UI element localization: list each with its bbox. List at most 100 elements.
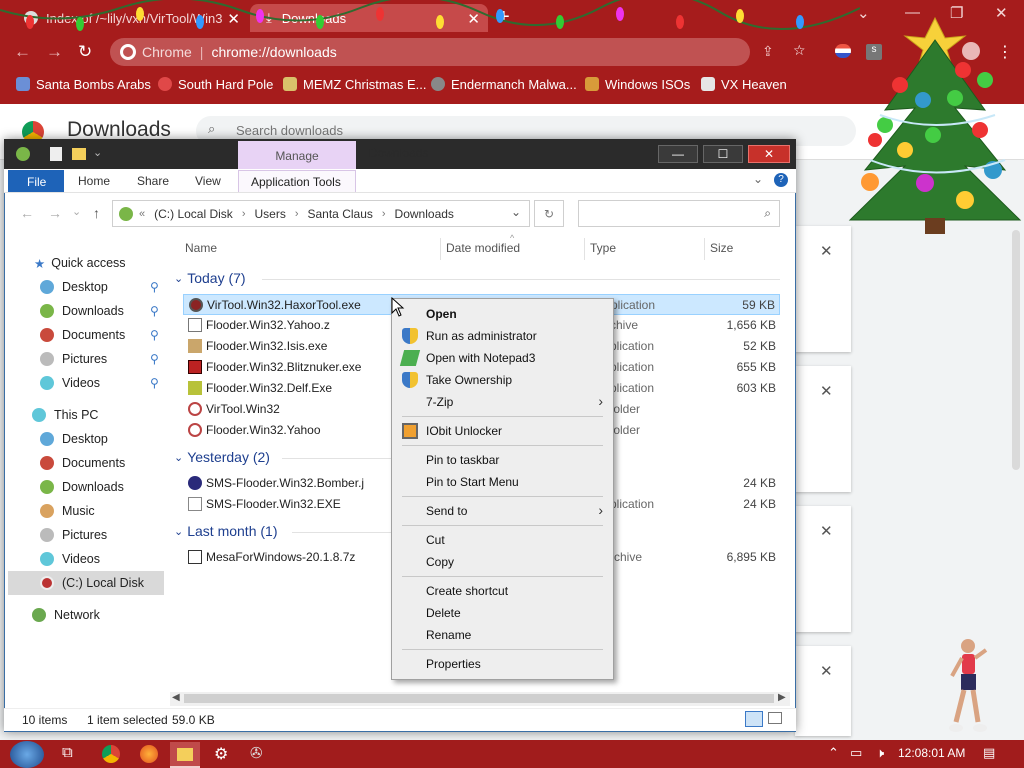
- scrollbar-thumb[interactable]: [184, 694, 774, 703]
- menu-item-pin-taskbar[interactable]: Pin to taskbar: [392, 449, 613, 471]
- ribbon-expand-icon[interactable]: ⌄: [753, 172, 763, 186]
- back-icon[interactable]: ←: [20, 205, 34, 221]
- pin-icon[interactable]: ⚲: [150, 352, 159, 366]
- page-scrollbar[interactable]: [1012, 230, 1020, 470]
- chevron-right-icon[interactable]: ›: [382, 208, 386, 220]
- breadcrumb-users[interactable]: Users: [254, 207, 285, 221]
- new-folder-icon[interactable]: [72, 148, 86, 160]
- tree-pc-pictures[interactable]: Pictures: [40, 524, 107, 546]
- column-divider[interactable]: [584, 238, 585, 260]
- pin-icon[interactable]: ⚲: [150, 280, 159, 294]
- tree-item-videos[interactable]: Videos: [40, 372, 100, 394]
- minimize-button[interactable]: —: [658, 145, 698, 163]
- remove-download-icon[interactable]: ✕: [820, 242, 833, 260]
- remove-download-icon[interactable]: ✕: [820, 662, 833, 680]
- scroll-left-icon[interactable]: ◀: [172, 692, 180, 703]
- pinned-app-icon[interactable]: ✇: [250, 744, 272, 764]
- tree-pc-videos[interactable]: Videos: [40, 548, 100, 570]
- maximize-button[interactable]: ☐: [703, 145, 743, 163]
- large-icons-view-icon[interactable]: [768, 712, 782, 724]
- forward-icon[interactable]: →: [48, 205, 62, 221]
- bookmark-south-hard-pole[interactable]: South Hard Pole: [158, 74, 273, 94]
- menu-item-properties[interactable]: Properties: [392, 653, 613, 675]
- manage-tab[interactable]: Manage: [238, 141, 356, 169]
- ribbon-tab-application-tools[interactable]: Application Tools: [238, 170, 356, 192]
- explorer-search-input[interactable]: ⌕: [578, 200, 780, 227]
- menu-item-create-shortcut[interactable]: Create shortcut: [392, 580, 613, 602]
- ribbon-tab-file[interactable]: File: [8, 170, 64, 192]
- help-icon[interactable]: ?: [774, 173, 788, 187]
- menu-item-7zip[interactable]: 7-Zip ›: [392, 391, 613, 413]
- back-icon[interactable]: ←: [14, 42, 31, 62]
- chevron-right-icon[interactable]: ›: [295, 208, 299, 220]
- ribbon-tab-home[interactable]: Home: [78, 174, 110, 188]
- address-dropdown-icon[interactable]: ⌄: [511, 205, 521, 219]
- taskbar-clock[interactable]: 12:08:01 AM: [898, 746, 965, 760]
- task-view-icon[interactable]: ⧉: [62, 744, 84, 764]
- chevron-down-icon[interactable]: ⌄: [72, 205, 81, 218]
- menu-item-send-to[interactable]: Send to ›: [392, 500, 613, 522]
- column-type[interactable]: Type: [590, 241, 616, 255]
- tree-item-documents[interactable]: Documents: [40, 324, 125, 346]
- menu-item-rename[interactable]: Rename: [392, 624, 613, 646]
- menu-item-take-ownership[interactable]: Take Ownership: [392, 369, 613, 391]
- menu-item-copy[interactable]: Copy: [392, 551, 613, 573]
- pin-icon[interactable]: ⚲: [150, 376, 159, 390]
- tree-pc-documents[interactable]: Documents: [40, 452, 125, 474]
- bookmark-santa-bombs[interactable]: Santa Bombs Arabs: [16, 74, 151, 94]
- tree-pc-downloads[interactable]: Downloads: [40, 476, 124, 498]
- menu-item-run-as-admin[interactable]: Run as administrator: [392, 325, 613, 347]
- breadcrumb-local-disk[interactable]: (C:) Local Disk: [154, 207, 233, 221]
- tree-item-downloads[interactable]: Downloads: [40, 300, 124, 322]
- settings-gear-icon[interactable]: ⚙: [214, 744, 236, 764]
- tree-pc-music[interactable]: Music: [40, 500, 95, 522]
- omnibox[interactable]: Chrome | chrome://downloads ⇪ ☆: [110, 38, 806, 66]
- star-icon[interactable]: ☆: [793, 42, 806, 59]
- menu-item-pin-start[interactable]: Pin to Start Menu: [392, 471, 613, 493]
- refresh-button[interactable]: ↻: [534, 200, 564, 227]
- tree-quick-access[interactable]: ★ Quick access: [34, 252, 126, 274]
- pin-icon[interactable]: ⚲: [150, 304, 159, 318]
- quick-access-toolbar-icon[interactable]: [16, 147, 30, 161]
- close-button[interactable]: ✕: [748, 145, 790, 163]
- column-size[interactable]: Size: [710, 241, 733, 255]
- bookmark-memz[interactable]: MEMZ Christmas E...: [283, 74, 427, 94]
- tree-this-pc[interactable]: This PC: [32, 404, 98, 426]
- group-header-last-month[interactable]: ⌄ Last month (1): [174, 523, 277, 539]
- column-name[interactable]: Name: [185, 241, 217, 255]
- forward-icon[interactable]: →: [46, 42, 63, 62]
- menu-item-delete[interactable]: Delete: [392, 602, 613, 624]
- properties-icon[interactable]: [50, 147, 62, 161]
- group-header-today[interactable]: ⌄ Today (7): [174, 270, 246, 286]
- breadcrumb-downloads[interactable]: Downloads: [395, 207, 454, 221]
- menu-item-open[interactable]: Open: [392, 303, 613, 325]
- address-overflow[interactable]: «: [139, 208, 145, 220]
- volume-icon[interactable]: 🕨: [876, 745, 884, 761]
- bookmark-endermanch[interactable]: Endermanch Malwa...: [431, 74, 577, 94]
- firefox-taskbar-icon[interactable]: [140, 745, 158, 763]
- tree-network[interactable]: Network: [32, 604, 100, 626]
- menu-item-open-notepad3[interactable]: Open with Notepad3: [392, 347, 613, 369]
- reload-icon[interactable]: ↻: [78, 42, 92, 62]
- remove-download-icon[interactable]: ✕: [820, 522, 833, 540]
- breadcrumb-santa-claus[interactable]: Santa Claus: [308, 207, 373, 221]
- chrome-taskbar-icon[interactable]: [102, 745, 120, 763]
- tree-pc-desktop[interactable]: Desktop: [40, 428, 108, 450]
- tree-item-desktop[interactable]: Desktop: [40, 276, 108, 298]
- tree-pc-local-disk[interactable]: (C:) Local Disk: [40, 572, 144, 594]
- tree-item-pictures[interactable]: Pictures: [40, 348, 107, 370]
- column-divider[interactable]: [704, 238, 705, 260]
- menu-item-cut[interactable]: Cut: [392, 529, 613, 551]
- chevron-down-icon[interactable]: ⌄: [93, 146, 102, 159]
- ribbon-tab-share[interactable]: Share: [137, 174, 169, 188]
- scroll-right-icon[interactable]: ▶: [778, 692, 786, 703]
- ribbon-tab-view[interactable]: View: [195, 174, 221, 188]
- pin-icon[interactable]: ⚲: [150, 328, 159, 342]
- network-tray-icon[interactable]: ▭: [850, 745, 862, 761]
- chevron-right-icon[interactable]: ›: [242, 208, 246, 220]
- bookmark-windows-isos[interactable]: Windows ISOs: [585, 74, 690, 94]
- address-bar[interactable]: « (C:) Local Disk › Users › Santa Claus …: [112, 200, 530, 227]
- start-button[interactable]: [10, 741, 44, 768]
- details-view-icon[interactable]: [745, 711, 763, 727]
- group-header-yesterday[interactable]: ⌄ Yesterday (2): [174, 449, 270, 465]
